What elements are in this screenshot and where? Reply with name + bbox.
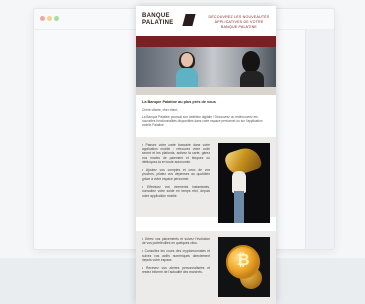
header-tagline: DÉCOUVREZ LES NOUVEAUTÉS APPLICATIVES DE… [208, 15, 270, 29]
feature-item: • Gérez vos placements et suivez l'évolu… [142, 236, 210, 245]
maximize-dot-icon[interactable] [54, 16, 59, 21]
intro-body: La Banque Palatine poursuit son ambition… [142, 115, 263, 128]
side-panel [305, 29, 334, 249]
hero-image [136, 47, 276, 95]
intro-title: La Banque Palatine au plus près de vous [142, 100, 216, 104]
feature-item: • Recevez vos alertes personnalisées et … [142, 266, 210, 275]
arm-shape [234, 190, 244, 223]
feature-item: • Ajoutez vos comptes et ceux de vos pro… [142, 168, 210, 181]
intro-greeting: Chère cliente, cher client, [142, 108, 178, 112]
feature-item: • Effectuez vos virements instantanés, c… [142, 184, 210, 198]
feature-panel-cards: • Passez votre carte bancaire dans votre… [136, 136, 276, 223]
feature-list: • Gérez vos placements et suivez l'évolu… [142, 237, 210, 275]
minimize-dot-icon[interactable] [47, 16, 52, 21]
feature-panel-crypto: • Gérez vos placements et suivez l'évolu… [136, 230, 276, 304]
feature-list: • Passez votre carte bancaire dans votre… [142, 143, 210, 198]
logo-mark-icon [182, 14, 196, 26]
bitcoin-image: ₿ [218, 236, 270, 297]
feature-item: • Passez votre carte bancaire dans votre… [142, 142, 210, 164]
table [136, 87, 276, 95]
bank-logo[interactable]: BANQUE PALATINE [142, 13, 196, 27]
intro-section: La Banque Palatine au plus près de vous … [136, 95, 276, 132]
email-newsletter: BANQUE PALATINE DÉCOUVREZ LES NOUVEAUTÉS… [136, 6, 276, 304]
hand-shape [232, 170, 246, 193]
email-header: BANQUE PALATINE DÉCOUVREZ LES NOUVEAUTÉS… [136, 6, 276, 36]
trophy-image [218, 142, 270, 223]
close-dot-icon[interactable] [40, 16, 45, 21]
accent-bar [136, 36, 276, 47]
feature-item: • Consultez les cours des cryptomonnaies… [142, 249, 210, 262]
bitcoin-icon: ₿ [226, 244, 260, 279]
